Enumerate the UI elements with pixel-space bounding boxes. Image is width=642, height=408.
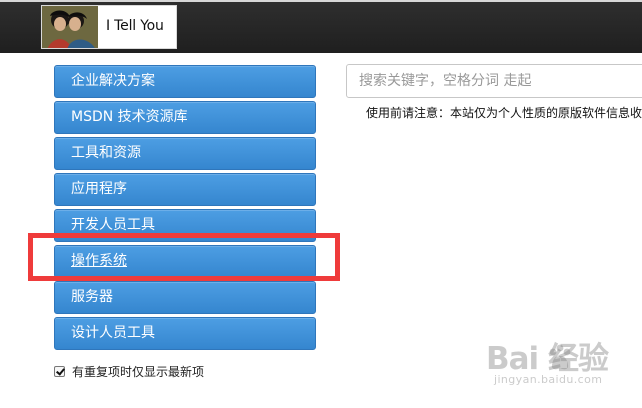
sidebar-item-label: 开发人员工具 <box>71 217 155 233</box>
sidebar-item-enterprise-solutions[interactable]: 企业解决方案 <box>54 65 316 98</box>
sidebar-item-designer-tools[interactable]: 设计人员工具 <box>54 317 316 350</box>
sidebar-item-label: 设计人员工具 <box>71 325 155 341</box>
sidebar-item-label: 应用程序 <box>71 181 127 197</box>
sidebar-item-label: MSDN 技术资源库 <box>71 109 188 125</box>
top-navigation-bar: I Tell You <box>0 0 642 53</box>
sidebar-item-msdn-library[interactable]: MSDN 技术资源库 <box>54 101 316 134</box>
latest-only-checkbox-row[interactable]: 有重复项时仅显示最新项 <box>54 363 204 380</box>
watermark-main-text: Bai 经验 <box>486 341 609 377</box>
sidebar-item-applications[interactable]: 应用程序 <box>54 173 316 206</box>
sidebar-item-developer-tools[interactable]: 开发人员工具 <box>54 209 316 242</box>
sidebar-item-servers[interactable]: 服务器 <box>54 281 316 314</box>
logo-text: I Tell You <box>106 18 164 34</box>
check-icon[interactable] <box>54 366 65 377</box>
site-logo[interactable]: I Tell You <box>41 5 177 49</box>
logo-photo-icon <box>42 6 98 48</box>
baidu-experience-watermark: Bai 经验 jingyan.baidu.com <box>486 342 618 394</box>
page: I Tell You 企业解决方案 MSDN 技术资源库 工具和资源 应用程序 … <box>0 0 642 408</box>
top-divider <box>0 0 642 2</box>
sidebar-item-operating-systems[interactable]: 操作系统 <box>54 245 316 278</box>
sidebar-item-label: 操作系统 <box>71 253 127 269</box>
sidebar-item-label: 服务器 <box>71 289 113 305</box>
search-input[interactable] <box>346 64 642 98</box>
sidebar-item-label: 企业解决方案 <box>71 73 155 89</box>
latest-only-checkbox-label: 有重复项时仅显示最新项 <box>72 365 205 379</box>
sidebar-menu: 企业解决方案 MSDN 技术资源库 工具和资源 应用程序 开发人员工具 操作系统… <box>54 65 316 353</box>
sidebar-item-tools-resources[interactable]: 工具和资源 <box>54 137 316 170</box>
sidebar-item-label: 工具和资源 <box>71 145 141 161</box>
usage-notice: 使用前请注意：本站仅为个人性质的原版软件信息收 <box>366 106 642 120</box>
watermark-sub-text: jingyan.baidu.com <box>494 373 603 386</box>
baidu-paw-icon <box>549 344 571 370</box>
